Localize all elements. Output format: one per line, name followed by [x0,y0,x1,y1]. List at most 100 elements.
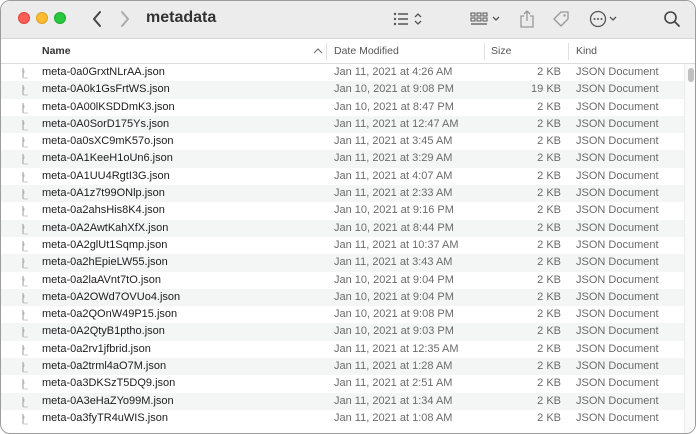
file-kind: JSON Document [576,100,659,113]
file-row[interactable]: meta-0A1UU4RgtI3G.json Jan 11, 2021 at 4:… [1,168,684,185]
file-name: meta-0a2QOnW49P15.json [42,308,178,321]
file-kind: JSON Document [576,66,659,78]
document-icon [19,396,31,408]
document-icon [19,119,31,131]
document-icon [19,67,31,79]
chevron-right-icon [121,11,129,27]
vertical-scrollbar[interactable] [684,64,695,433]
back-button[interactable] [87,7,107,31]
file-kind: JSON Document [576,187,659,200]
scrollbar-thumb[interactable] [688,68,694,82]
file-name: meta-0a2rv1jfbrid.json [42,342,151,355]
file-row[interactable]: meta-0a2hEpieLW55.json Jan 11, 2021 at 3:… [1,254,684,272]
file-kind: JSON Document [576,342,659,355]
list-view-icon [393,12,422,26]
document-icon [19,153,31,165]
file-row[interactable]: meta-0a3fyTR4uWIS.json Jan 11, 2021 at 1:… [1,410,684,427]
file-row[interactable]: meta-0a3DKSzT5DQ9.json Jan 11, 2021 at 2:… [1,375,684,392]
column-name[interactable]: Name [42,39,71,64]
file-name: meta-0a2laAVnt7tO.json [42,273,162,286]
file-date-modified: Jan 10, 2021 at 8:47 PM [334,100,454,113]
file-row[interactable]: meta-0a2ahsHis8K4.json Jan 10, 2021 at 9:… [1,202,684,219]
file-row[interactable]: meta-0a0sXC9mK57o.json Jan 11, 2021 at 3:… [1,133,684,150]
ellipsis-circle-icon [589,10,617,28]
file-row[interactable]: meta-0A2QtyB1ptho.json Jan 10, 2021 at 9:… [1,323,684,341]
share-button[interactable] [517,7,537,31]
minimize-window-button[interactable] [36,12,48,24]
file-name: meta-0A1z7t99ONlp.json [42,187,165,200]
file-row[interactable]: meta-0a0GrxtNLrAA.json Jan 11, 2021 at 4:… [1,64,684,81]
file-row[interactable]: meta-0A1z7t99ONlp.json Jan 11, 2021 at 2:… [1,185,684,203]
sort-ascending-icon[interactable] [313,39,323,64]
file-row[interactable]: meta-0A0SorD175Ys.json Jan 11, 2021 at 12… [1,115,684,134]
file-name: meta-0A2AwtKahXfX.json [42,221,169,234]
forward-button[interactable] [115,7,135,31]
file-row[interactable]: meta-0A2glUt1Sqmp.json Jan 11, 2021 at 10… [1,237,684,254]
file-size: 19 KB [531,83,561,96]
file-row[interactable]: meta-0a2QOnW49P15.json Jan 10, 2021 at 9:… [1,306,684,323]
file-name: meta-0A1KeeH1oUn6.json [42,152,173,165]
zoom-window-button[interactable] [54,12,66,24]
file-list: meta-0a0GrxtNLrAA.json Jan 11, 2021 at 4:… [1,64,684,433]
file-row[interactable]: meta-0A3eHaZYo99M.json Jan 11, 2021 at 1:… [1,392,684,410]
document-icon [19,292,31,304]
file-name: meta-0A2glUt1Sqmp.json [42,238,168,251]
file-kind: JSON Document [576,308,659,321]
close-window-button[interactable] [18,12,30,24]
column-divider[interactable] [326,43,327,60]
document-icon [19,240,31,252]
file-row[interactable]: meta-0A1KeeH1oUn6.json Jan 11, 2021 at 3:… [1,150,684,168]
file-date-modified: Jan 11, 2021 at 2:51 AM [334,377,453,390]
file-kind: JSON Document [576,411,659,424]
file-kind: JSON Document [576,394,659,407]
document-icon [19,102,31,114]
file-row[interactable]: meta-0A0k1GsFrtWS.json Jan 10, 2021 at 9:… [1,81,684,99]
file-name: meta-0a2trml4aO7M.json [42,360,167,373]
column-date-modified[interactable]: Date Modified [334,39,399,64]
file-size: 2 KB [537,100,561,113]
document-icon [19,84,31,96]
file-size: 2 KB [537,360,561,373]
file-date-modified: Jan 10, 2021 at 8:44 PM [334,221,454,234]
file-size: 2 KB [537,117,561,130]
file-row[interactable]: meta-0a2laAVnt7tO.json Jan 10, 2021 at 9:… [1,272,684,289]
file-row[interactable]: meta-0a2rv1jfbrid.json Jan 11, 2021 at 12… [1,341,684,358]
file-date-modified: Jan 10, 2021 at 9:04 PM [334,290,454,303]
file-date-modified: Jan 10, 2021 at 9:04 PM [334,273,454,286]
column-divider[interactable] [484,43,485,60]
file-row[interactable]: meta-0A2AwtKahXfX.json Jan 10, 2021 at 8:… [1,219,684,237]
tag-icon [553,11,569,27]
file-size: 2 KB [537,221,561,234]
file-name: meta-0a0sXC9mK57o.json [42,135,174,148]
file-name: meta-0a3DKSzT5DQ9.json [42,377,176,390]
document-icon [19,257,31,269]
file-date-modified: Jan 11, 2021 at 12:47 AM [334,117,459,130]
search-button[interactable] [661,7,683,31]
document-icon [19,378,31,390]
file-date-modified: Jan 11, 2021 at 3:29 AM [334,152,453,165]
file-kind: JSON Document [576,204,659,217]
view-options-button[interactable] [391,7,425,31]
file-date-modified: Jan 11, 2021 at 1:28 AM [334,360,453,373]
column-header: Name Date Modified Size Kind [1,39,695,64]
chevron-left-icon [93,11,101,27]
file-size: 2 KB [537,342,561,355]
column-divider[interactable] [568,43,569,60]
file-size: 2 KB [537,377,561,390]
file-size: 2 KB [537,308,561,321]
file-date-modified: Jan 11, 2021 at 2:33 AM [334,187,453,200]
tag-button[interactable] [550,7,572,31]
file-row[interactable]: meta-0A2OWd7OVUo4.json Jan 10, 2021 at 9:… [1,288,684,307]
file-row[interactable]: meta-0A00lKSDDmK3.json Jan 10, 2021 at 8:… [1,99,684,116]
column-size[interactable]: Size [491,39,511,64]
file-row[interactable]: meta-0a2trml4aO7M.json Jan 11, 2021 at 1:… [1,358,684,376]
column-kind[interactable]: Kind [576,39,597,64]
more-actions-button[interactable] [588,7,622,31]
file-date-modified: Jan 11, 2021 at 3:45 AM [334,135,453,148]
window-title: metadata [146,9,217,26]
file-date-modified: Jan 10, 2021 at 9:16 PM [334,204,454,217]
file-name: meta-0A0k1GsFrtWS.json [42,83,170,96]
group-button[interactable] [469,7,503,31]
document-icon [19,136,31,148]
file-name: meta-0a2hEpieLW55.json [42,256,168,269]
